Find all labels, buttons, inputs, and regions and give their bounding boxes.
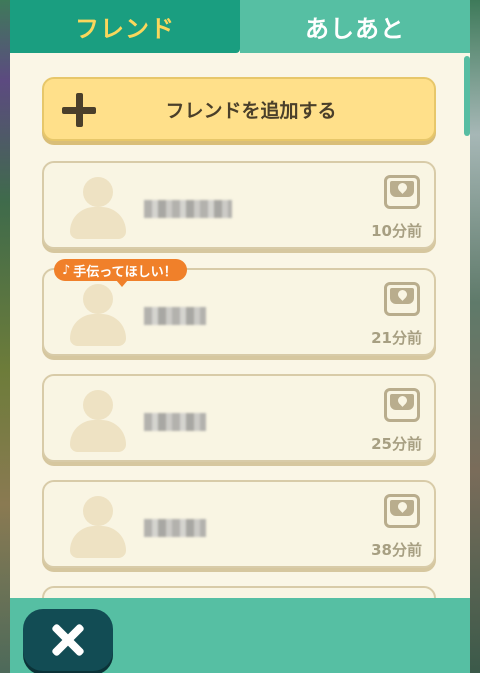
friend-card[interactable]: 38分前 [42, 480, 436, 568]
friend-name-blurred [144, 519, 206, 537]
friend-name-blurred [144, 307, 206, 325]
last-active-time: 10分前 [371, 222, 422, 240]
add-friend-label: フレンドを追加する [165, 99, 337, 122]
last-active-time: 38分前 [371, 541, 422, 559]
mailbox-icon[interactable] [384, 494, 420, 528]
friend-card[interactable]: 10分前 [42, 161, 436, 249]
tab-friends[interactable]: フレンド [10, 0, 240, 53]
avatar [70, 177, 126, 239]
mailbox-icon[interactable] [384, 175, 420, 209]
help-request-badge: ♪ 手伝ってほしい！ [54, 259, 187, 287]
last-active-time: 25分前 [371, 435, 422, 453]
last-active-time: 21分前 [371, 329, 422, 347]
friend-card[interactable]: 21分前 [42, 268, 436, 356]
friend-name-blurred [144, 200, 232, 218]
tab-footprints-label: あしあと [305, 15, 405, 43]
mailbox-icon[interactable] [384, 282, 420, 316]
friend-name-blurred [144, 413, 206, 431]
close-button[interactable] [23, 609, 113, 671]
help-request-label: 手伝ってほしい！ [73, 264, 177, 280]
tab-bar: フレンド あしあと [10, 0, 470, 53]
tab-footprints[interactable]: あしあと [240, 0, 470, 53]
music-note-icon: ♪ [62, 262, 71, 278]
friend-card[interactable]: 25分前 [42, 374, 436, 462]
mailbox-icon[interactable] [384, 388, 420, 422]
avatar [70, 390, 126, 452]
add-friend-button[interactable]: フレンドを追加する [42, 77, 436, 141]
close-icon [50, 622, 86, 658]
tab-friends-label: フレンド [75, 15, 175, 43]
avatar [70, 496, 126, 558]
friend-list-panel: フレンド あしあと フレンドを追加する 10分前 ♪ 手伝ってほしい！ 21分前… [10, 0, 470, 673]
scrollbar[interactable] [464, 56, 470, 136]
avatar [70, 284, 126, 346]
